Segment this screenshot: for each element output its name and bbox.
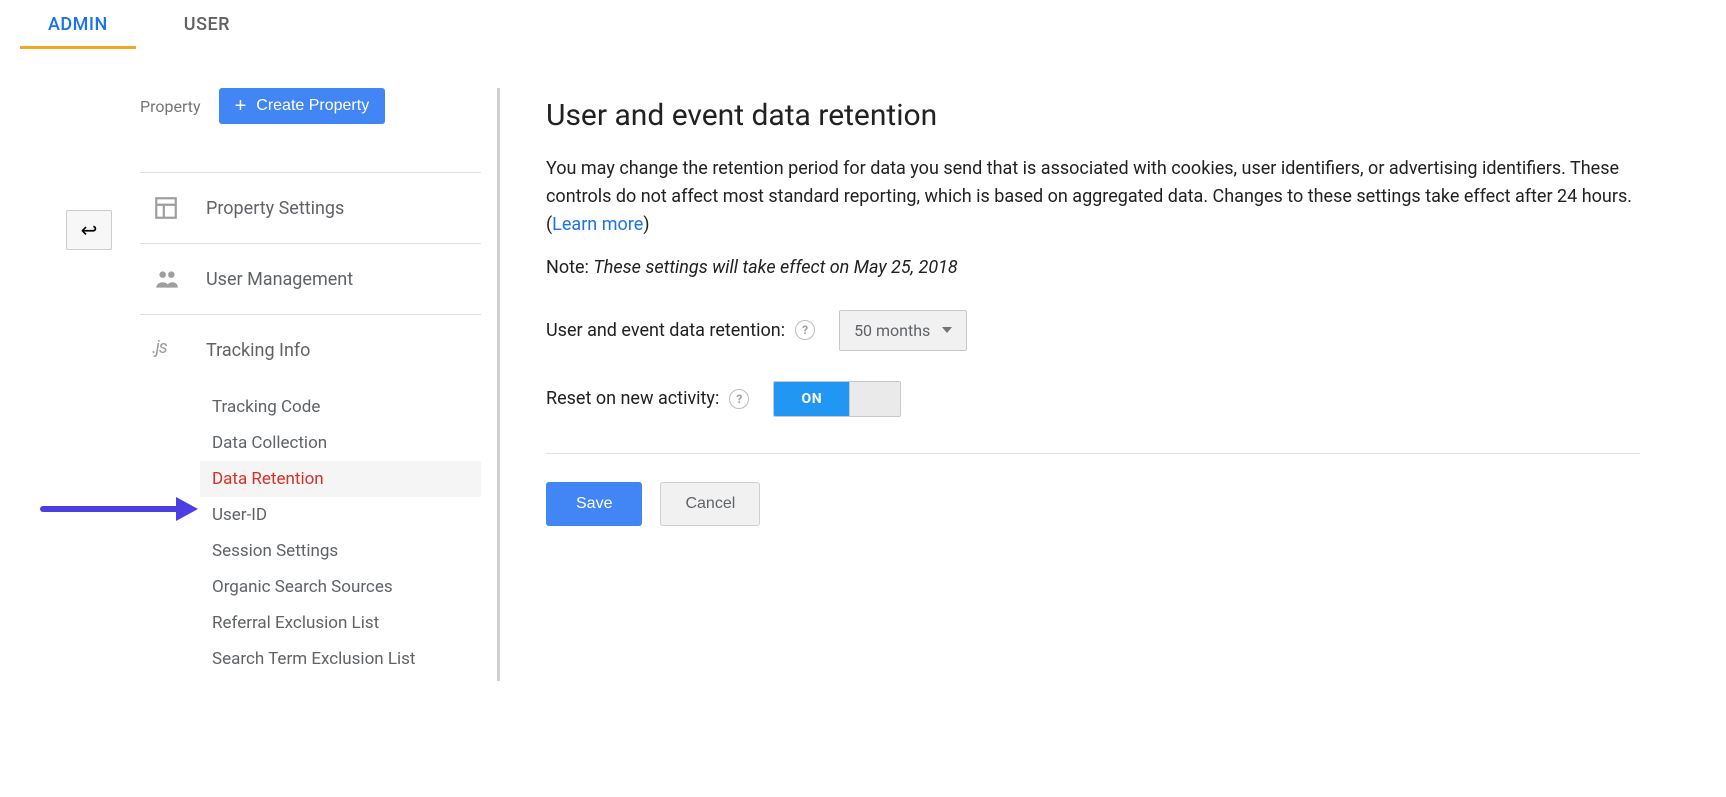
users-icon xyxy=(152,266,184,292)
back-button[interactable]: ↩ xyxy=(66,210,112,250)
subitem-referral-exclusion-list[interactable]: Referral Exclusion List xyxy=(200,605,481,641)
layout-icon xyxy=(152,195,184,221)
reset-toggle[interactable]: ON xyxy=(773,381,901,417)
chevron-down-icon xyxy=(942,327,952,333)
note-label: Note: xyxy=(546,257,593,278)
page-title: User and event data retention xyxy=(546,98,1640,133)
subitem-search-term-exclusion-list[interactable]: Search Term Exclusion List xyxy=(200,641,481,677)
property-label: Property xyxy=(140,97,201,116)
subitem-user-id[interactable]: User-ID xyxy=(200,497,481,533)
note-text: These settings will take effect on May 2… xyxy=(593,257,957,278)
back-arrow-icon: ↩ xyxy=(81,218,98,243)
tab-admin[interactable]: ADMIN xyxy=(40,0,116,47)
cancel-button[interactable]: Cancel xyxy=(660,482,760,526)
create-property-button[interactable]: + Create Property xyxy=(219,88,386,124)
tab-user[interactable]: USER xyxy=(176,0,238,47)
divider xyxy=(546,453,1640,454)
subitem-tracking-code[interactable]: Tracking Code xyxy=(200,389,481,425)
sidebar-item-property-settings[interactable]: Property Settings xyxy=(140,173,481,244)
learn-more-link[interactable]: Learn more xyxy=(552,214,643,235)
description-text: You may change the retention period for … xyxy=(546,158,1632,235)
subitem-data-retention[interactable]: Data Retention xyxy=(200,461,481,497)
sidebar-label-tracking-info: Tracking Info xyxy=(206,340,310,361)
tracking-info-sublist: Tracking Code Data Collection Data Reten… xyxy=(140,385,481,681)
retention-selected-value: 50 months xyxy=(854,321,930,340)
toggle-on-label: ON xyxy=(774,382,849,416)
help-icon[interactable]: ? xyxy=(729,389,749,409)
action-buttons: Save Cancel xyxy=(546,482,1640,526)
help-icon[interactable]: ? xyxy=(795,320,815,340)
sidebar-item-user-management[interactable]: User Management xyxy=(140,244,481,315)
create-property-label: Create Property xyxy=(256,97,369,115)
sidebar-label-property-settings: Property Settings xyxy=(206,198,344,219)
property-header: Property + Create Property xyxy=(140,88,481,158)
plus-icon: + xyxy=(235,96,247,116)
reset-label: Reset on new activity: xyxy=(546,388,719,409)
main-content: User and event data retention You may ch… xyxy=(500,88,1700,681)
description-suffix: ) xyxy=(643,214,649,235)
sidebar-label-user-management: User Management xyxy=(206,269,353,290)
sidebar-item-tracking-info[interactable]: .js Tracking Info xyxy=(140,315,481,385)
subitem-organic-search-sources[interactable]: Organic Search Sources xyxy=(200,569,481,605)
js-icon: .js xyxy=(152,337,184,363)
note: Note: These settings will take effect on… xyxy=(546,257,1640,278)
retention-select[interactable]: 50 months xyxy=(839,310,967,351)
subitem-data-collection[interactable]: Data Collection xyxy=(200,425,481,461)
reset-field-row: Reset on new activity: ? ON xyxy=(546,381,1640,417)
top-tabs: ADMIN USER xyxy=(0,0,1726,48)
retention-label: User and event data retention: xyxy=(546,320,785,341)
subitem-session-settings[interactable]: Session Settings xyxy=(200,533,481,569)
save-button[interactable]: Save xyxy=(546,482,642,526)
retention-field-row: User and event data retention: ? 50 mont… xyxy=(546,310,1640,351)
sidebar: ↩ Property + Create Property Property Se… xyxy=(0,88,500,681)
description: You may change the retention period for … xyxy=(546,155,1640,239)
toggle-off-handle xyxy=(849,382,900,416)
